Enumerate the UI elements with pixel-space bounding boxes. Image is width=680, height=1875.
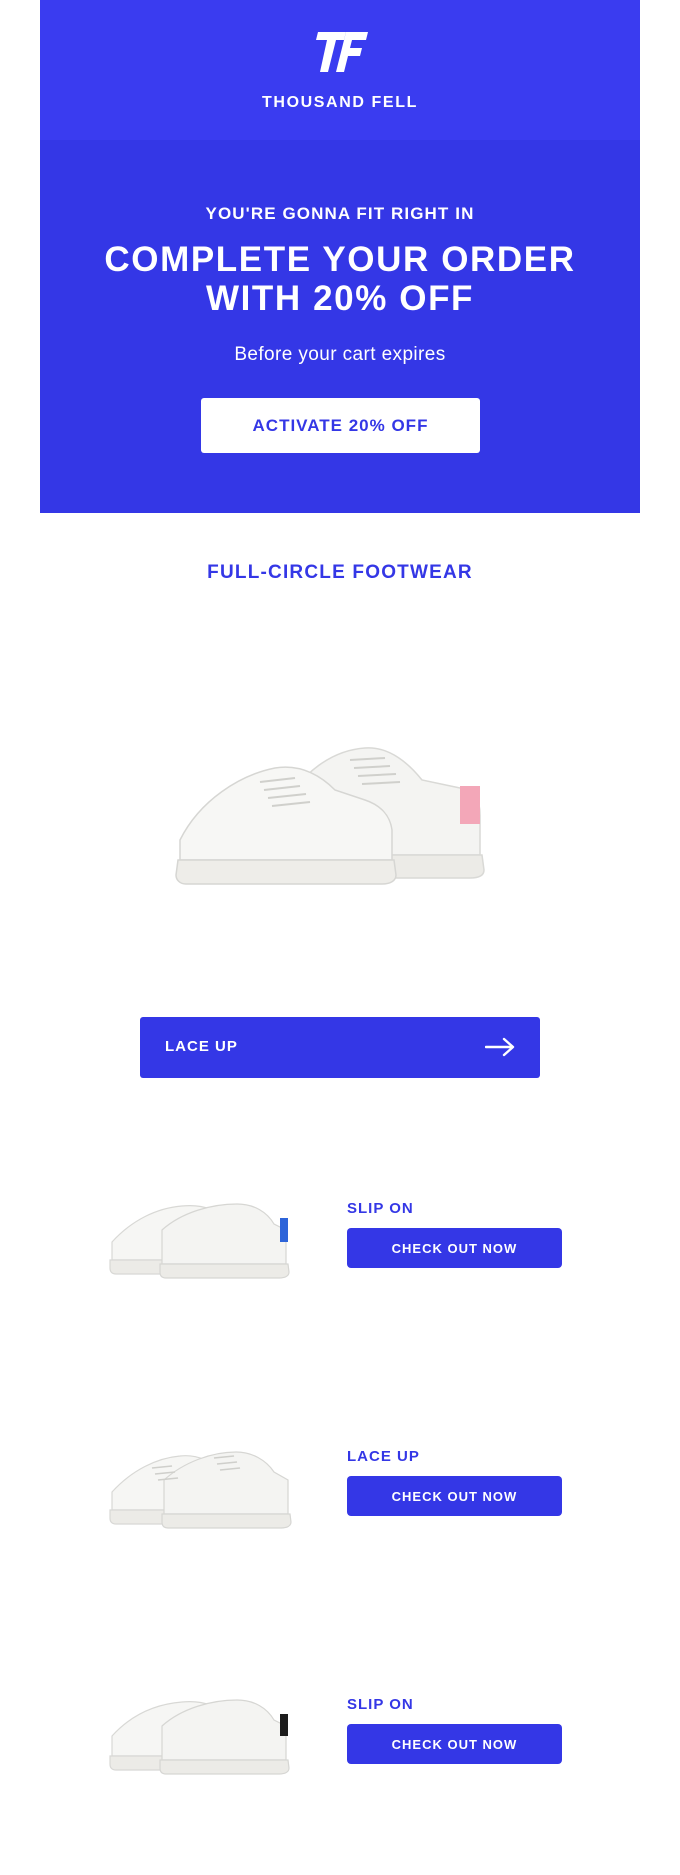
check-out-now-button[interactable]: CHECK OUT NOW bbox=[347, 1724, 562, 1764]
hero-banner: YOU'RE GONNA FIT RIGHT IN COMPLETE YOUR … bbox=[40, 140, 640, 513]
section-title: FULL-CIRCLE FOOTWEAR bbox=[207, 562, 473, 583]
product-name: SLIP ON bbox=[347, 1696, 414, 1713]
arrow-right-icon bbox=[485, 1037, 515, 1057]
product-card-slip-on: SLIP ON CHECK OUT NOW bbox=[40, 1190, 640, 1320]
email-container: THOUSAND FELL YOU'RE GONNA FIT RIGHT IN … bbox=[40, 0, 640, 1875]
hero-subline: Before your cart expires bbox=[234, 344, 446, 365]
hero-eyebrow: YOU'RE GONNA FIT RIGHT IN bbox=[205, 204, 475, 223]
thousand-fell-logo-icon[interactable] bbox=[316, 30, 368, 74]
product-card-lace-up: LACE UP CHECK OUT NOW bbox=[40, 1438, 640, 1568]
lace-up-sneaker-pair-icon[interactable] bbox=[160, 720, 520, 895]
heel-accent-black bbox=[280, 1714, 288, 1736]
heel-accent-pink bbox=[460, 786, 480, 824]
lace-up-sneaker-pair-icon[interactable] bbox=[102, 1438, 294, 1538]
email-header: THOUSAND FELL bbox=[40, 0, 640, 140]
slip-on-sneaker-pair-icon[interactable] bbox=[102, 1190, 294, 1290]
check-out-now-button[interactable]: CHECK OUT NOW bbox=[347, 1228, 562, 1268]
product-card-slip-on-black: SLIP ON CHECK OUT NOW bbox=[40, 1686, 640, 1816]
slip-on-sneaker-pair-icon[interactable] bbox=[102, 1686, 294, 1786]
lace-up-featured-button[interactable]: LACE UP bbox=[140, 1017, 540, 1078]
product-name: SLIP ON bbox=[347, 1200, 414, 1217]
featured-button-label: LACE UP bbox=[165, 1038, 238, 1055]
hero-headline: COMPLETE YOUR ORDER WITH 20% OFF bbox=[104, 240, 576, 318]
heel-accent-blue bbox=[280, 1218, 288, 1242]
brand-name: THOUSAND FELL bbox=[262, 94, 418, 111]
product-name: LACE UP bbox=[347, 1448, 420, 1465]
activate-discount-button[interactable]: ACTIVATE 20% OFF bbox=[201, 398, 480, 453]
check-out-now-button[interactable]: CHECK OUT NOW bbox=[347, 1476, 562, 1516]
